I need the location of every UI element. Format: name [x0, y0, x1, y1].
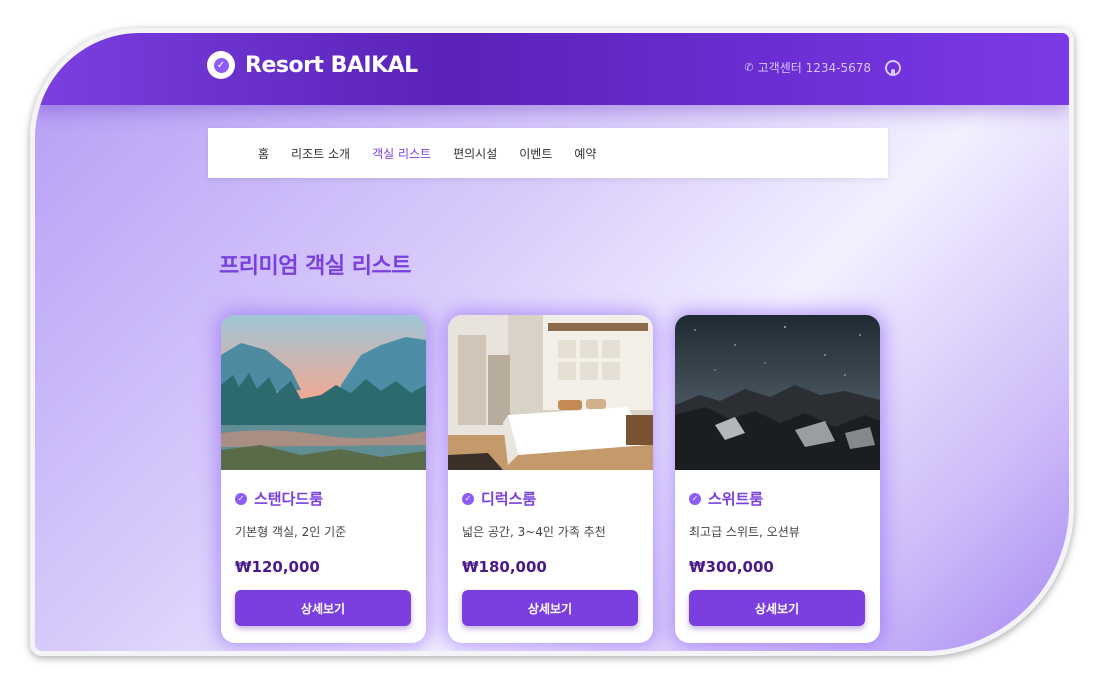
browser-frame: ✓ Resort BAIKAL ✆ 고객센터 1234-5678 홈 리조트 소…	[30, 28, 1074, 656]
room-description: 최고급 스위트, 오션뷰	[689, 525, 800, 539]
mountain-lake-photo	[221, 315, 426, 470]
nav-item-home[interactable]: 홈	[258, 145, 269, 162]
brand-logo[interactable]: ✓ Resort BAIKAL	[207, 51, 418, 79]
nav-item-about[interactable]: 리조트 소개	[291, 145, 350, 162]
nav-item-events[interactable]: 이벤트	[519, 145, 552, 162]
details-button[interactable]: 상세보기	[235, 590, 411, 626]
nav-item-rooms[interactable]: 객실 리스트	[372, 145, 431, 162]
room-card-list: ✓ 스탠다드룸 기본형 객실, 2인 기준 ₩120,000 상세보기 ✓ 디럭…	[221, 315, 880, 643]
room-name: 스탠다드룸	[254, 490, 324, 508]
check-circle-icon: ✓	[462, 492, 474, 505]
room-name: 디럭스룸	[481, 490, 537, 508]
check-circle-icon: ✓	[235, 492, 247, 505]
room-card-deluxe: ✓ 디럭스룸 넓은 공간, 3~4인 가족 추천 ₩180,000 상세보기	[448, 315, 653, 643]
check-circle-icon: ✓	[689, 492, 701, 505]
section-title: 프리미엄 객실 리스트	[219, 254, 411, 279]
phone-icon: ✆	[744, 61, 754, 74]
room-name: 스위트룸	[708, 490, 764, 508]
check-circle-icon: ✓	[207, 51, 235, 79]
details-button[interactable]: 상세보기	[462, 590, 638, 626]
room-price: ₩300,000	[689, 558, 774, 576]
room-card-suite: ✓ 스위트룸 최고급 스위트, 오션뷰 ₩300,000 상세보기	[675, 315, 880, 643]
main-nav: 홈 리조트 소개 객실 리스트 편의시설 이벤트 예약	[208, 128, 888, 178]
contact-area: ✆ 고객센터 1234-5678	[744, 59, 901, 76]
nav-item-facilities[interactable]: 편의시설	[453, 145, 497, 162]
phone-label: 고객센터 1234-5678	[757, 61, 871, 75]
nav-item-reservation[interactable]: 예약	[574, 145, 596, 162]
room-price: ₩180,000	[462, 558, 547, 576]
room-description: 넓은 공간, 3~4인 가족 추천	[462, 525, 606, 539]
night-mountain-photo	[675, 315, 880, 470]
github-icon[interactable]	[885, 59, 901, 76]
details-button[interactable]: 상세보기	[689, 590, 865, 626]
bedroom-photo	[448, 315, 653, 470]
room-price: ₩120,000	[235, 558, 320, 576]
room-description: 기본형 객실, 2인 기준	[235, 525, 347, 539]
phone-link[interactable]: ✆ 고객센터 1234-5678	[744, 59, 871, 76]
brand-name: Resort BAIKAL	[245, 52, 418, 78]
top-header: ✓ Resort BAIKAL ✆ 고객센터 1234-5678	[35, 33, 1069, 105]
room-card-standard: ✓ 스탠다드룸 기본형 객실, 2인 기준 ₩120,000 상세보기	[221, 315, 426, 643]
